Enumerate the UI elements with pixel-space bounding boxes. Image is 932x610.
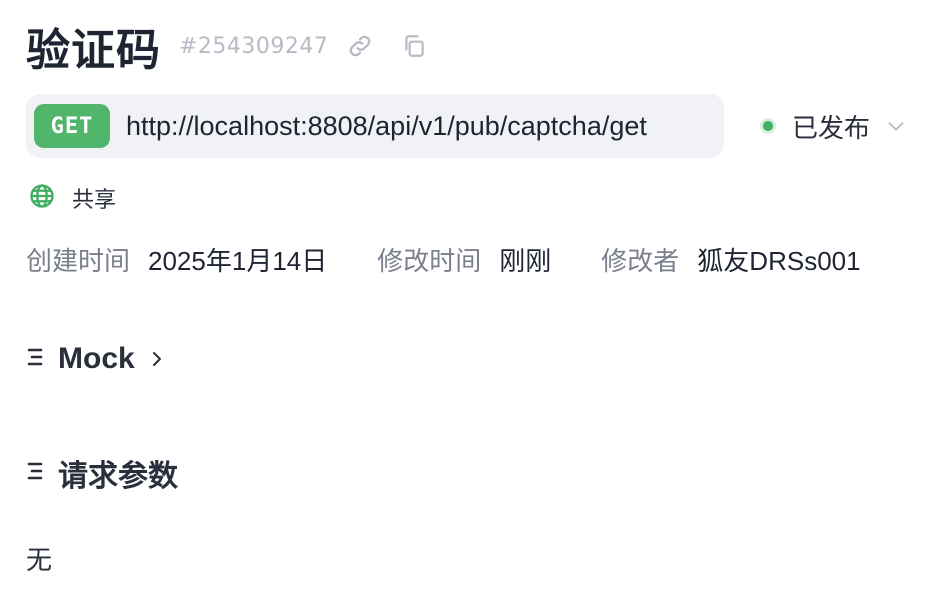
chevron-right-icon — [149, 349, 165, 369]
page-title: 验证码 — [26, 26, 161, 75]
modifier-value: 狐友DRSs001 — [697, 245, 861, 276]
request-params-header: 请求参数 — [26, 453, 178, 493]
globe-icon — [28, 182, 56, 215]
created-label: 创建时间 — [26, 245, 131, 276]
section-lines-icon — [26, 459, 46, 488]
status-select[interactable]: 已发布 — [760, 106, 908, 146]
modified-label: 修改时间 — [377, 245, 482, 276]
status-label: 已发布 — [792, 112, 871, 143]
chevron-down-icon — [884, 114, 908, 138]
request-url-bar[interactable]: GET http://localhost:8808/api/v1/pub/cap… — [26, 94, 724, 158]
mock-title: Mock — [58, 342, 135, 375]
modifier-label: 修改者 — [601, 245, 680, 276]
api-id-label: #254309247 — [179, 33, 329, 59]
share-label: 共享 — [72, 187, 117, 212]
method-badge: GET — [34, 104, 110, 148]
created-value: 2025年1月14日 — [148, 245, 328, 276]
request-params-empty: 无 — [26, 545, 53, 575]
section-lines-icon — [26, 345, 46, 374]
header: 验证码 #254309247 — [26, 18, 430, 75]
copy-icon[interactable] — [398, 30, 430, 62]
mock-section-header[interactable]: Mock — [26, 339, 165, 379]
meta-info: 创建时间 2025年1月14日 修改时间 刚刚 修改者 狐友DRSs001 — [26, 240, 861, 278]
status-dot — [760, 118, 776, 134]
request-url[interactable]: http://localhost:8808/api/v1/pub/captcha… — [126, 111, 647, 142]
request-params-title: 请求参数 — [58, 460, 178, 493]
share-indicator[interactable]: 共享 — [28, 182, 116, 214]
link-icon[interactable] — [344, 30, 376, 62]
modified-value: 刚刚 — [499, 245, 552, 276]
